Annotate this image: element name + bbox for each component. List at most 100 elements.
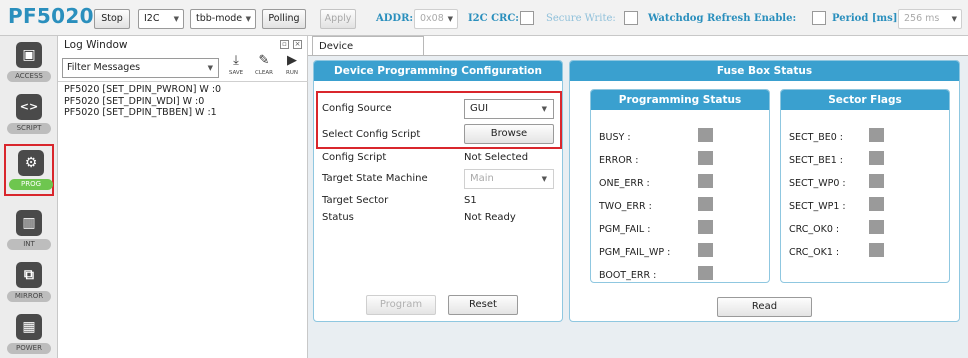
- save-button[interactable]: ⤓ SAVE: [224, 53, 248, 79]
- target-state-machine-select[interactable]: Main ▼: [464, 169, 554, 189]
- status-indicator: [698, 128, 713, 142]
- play-icon: ▶: [287, 53, 297, 68]
- code-icon: <>: [16, 94, 42, 120]
- config-script-value: Not Selected: [464, 152, 529, 163]
- config-panel: Device Programming Configuration Config …: [313, 60, 563, 322]
- status-indicator: [869, 174, 884, 188]
- mode-value: tbb-mode: [196, 13, 243, 24]
- flag-label: BUSY :: [599, 132, 631, 143]
- log-line: PF5020 [SET_DPIN_PWRON] W :0: [64, 84, 222, 95]
- sidebar-item-label: MIRROR: [7, 291, 51, 302]
- addr-value: 0x08: [420, 13, 444, 24]
- fuse-box-panel-title: Fuse Box Status: [570, 61, 959, 81]
- chevron-down-icon: ▼: [541, 175, 547, 183]
- watchdog-checkbox[interactable]: [812, 11, 826, 25]
- sidebar-item-prog[interactable]: ⚙ PROG: [4, 144, 54, 196]
- status-indicator: [869, 197, 884, 211]
- i2c-crc-label: I2C CRC:: [468, 13, 519, 24]
- status-indicator: [698, 266, 713, 280]
- clear-button[interactable]: ✎ CLEAR: [252, 53, 276, 79]
- chevron-down-icon: ▼: [173, 15, 179, 23]
- status-indicator: [698, 197, 713, 211]
- flag-label: CRC_OK0 :: [789, 224, 840, 235]
- config-panel-title: Device Programming Configuration: [314, 61, 562, 81]
- sidebar-item-access[interactable]: ▣ ACCESS: [4, 38, 54, 90]
- flag-label: TWO_ERR :: [599, 201, 652, 212]
- interface-value: I2C: [144, 13, 160, 24]
- mode-select[interactable]: tbb-mode ▼: [190, 9, 256, 29]
- secure-write-checkbox[interactable]: [624, 11, 638, 25]
- divider: [58, 81, 308, 82]
- log-line: PF5020 [SET_DPIN_WDI] W :0: [64, 95, 205, 107]
- sidebar-item-label: ACCESS: [7, 71, 51, 82]
- programming-status-title: Programming Status: [591, 90, 769, 110]
- device-programming-area: Device Programming Configuration Config …: [308, 55, 968, 358]
- target-state-machine-label: Target State Machine: [322, 173, 428, 184]
- chip-icon: ▣: [16, 42, 42, 68]
- target-sector-label: Target Sector: [322, 195, 389, 206]
- interface-select[interactable]: I2C ▼: [138, 9, 184, 29]
- addr-label: ADDR:: [376, 13, 414, 24]
- sidebar: ▣ ACCESS <> SCRIPT ⚙ PROG ▥ INT ⧉ MIRROR…: [0, 36, 58, 358]
- status-label: Status: [322, 212, 354, 223]
- sector-flags-title: Sector Flags: [781, 90, 949, 110]
- status-indicator: [698, 220, 713, 234]
- broom-icon: ✎: [258, 53, 270, 68]
- flag-label: SECT_WP0 :: [789, 178, 846, 189]
- programming-status-panel: Programming Status BUSY : ERROR : ONE_ER…: [590, 89, 770, 283]
- filter-messages-select[interactable]: Filter Messages ▼: [62, 58, 219, 78]
- run-button[interactable]: ▶ RUN: [280, 53, 304, 79]
- sidebar-item-script[interactable]: <> SCRIPT: [4, 90, 54, 142]
- run-label: RUN: [286, 70, 298, 76]
- flag-label: PGM_FAIL :: [599, 224, 651, 235]
- program-button[interactable]: Program: [366, 295, 436, 315]
- log-window-title: Log Window: [64, 39, 128, 51]
- flag-label: PGM_FAIL_WP :: [599, 247, 671, 258]
- chevron-down-icon: ▼: [245, 15, 251, 23]
- i2c-crc-checkbox[interactable]: [520, 11, 534, 25]
- sidebar-item-label: PROG: [9, 179, 53, 190]
- flag-label: SECT_WP1 :: [789, 201, 846, 212]
- status-indicator: [869, 151, 884, 165]
- filter-messages-value: Filter Messages: [67, 62, 141, 73]
- period-label: Period [ms]:: [832, 13, 902, 24]
- chevron-down-icon: ▼: [447, 15, 453, 23]
- flag-label: ONE_ERR :: [599, 178, 650, 189]
- stop-button[interactable]: Stop: [94, 9, 130, 29]
- flag-label: ERROR :: [599, 155, 639, 166]
- status-indicator: [869, 128, 884, 142]
- status-indicator: [698, 151, 713, 165]
- flag-label: CRC_OK1 :: [789, 247, 840, 258]
- restore-icon[interactable]: ▫: [280, 40, 289, 49]
- reset-button[interactable]: Reset: [448, 295, 518, 315]
- program-gear-icon: ⚙: [18, 150, 44, 176]
- chevron-down-icon: ▼: [951, 15, 957, 23]
- chevron-down-icon: ▼: [207, 64, 213, 72]
- status-indicator: [698, 174, 713, 188]
- period-select[interactable]: 256 ms ▼: [898, 9, 962, 29]
- status-value: Not Ready: [464, 212, 516, 223]
- calculator-icon: ▦: [16, 314, 42, 340]
- interrupt-icon: ▥: [16, 210, 42, 236]
- mirror-icon: ⧉: [16, 262, 42, 288]
- device-brand: PF5020: [8, 4, 94, 28]
- sidebar-item-label: INT: [7, 239, 51, 250]
- apply-button[interactable]: Apply: [320, 9, 356, 29]
- secure-write-label: Secure Write:: [546, 13, 616, 24]
- target-sector-value: S1: [464, 195, 477, 206]
- close-icon[interactable]: ×: [293, 40, 302, 49]
- polling-button[interactable]: Polling: [262, 9, 306, 29]
- sidebar-item-mirror[interactable]: ⧉ MIRROR: [4, 258, 54, 310]
- flag-label: SECT_BE0 :: [789, 132, 844, 143]
- config-script-label: Config Script: [322, 152, 387, 163]
- sector-flags-panel: Sector Flags SECT_BE0 : SECT_BE1 : SECT_…: [780, 89, 950, 283]
- log-window: Log Window ▫ × Filter Messages ▼ ⤓ SAVE …: [58, 36, 308, 358]
- log-messages: PF5020 [SET_DPIN_PWRON] W :0 PF5020 [SET…: [64, 84, 304, 119]
- top-toolbar: PF5020 Stop I2C ▼ tbb-mode ▼ Polling App…: [0, 0, 968, 36]
- read-button[interactable]: Read: [717, 297, 812, 317]
- tab-device-programming[interactable]: Device Programming: [312, 36, 424, 71]
- sidebar-item-int[interactable]: ▥ INT: [4, 206, 54, 258]
- sidebar-item-power[interactable]: ▦ POWER: [4, 310, 54, 358]
- save-label: SAVE: [228, 70, 244, 76]
- addr-select[interactable]: 0x08 ▼: [414, 9, 458, 29]
